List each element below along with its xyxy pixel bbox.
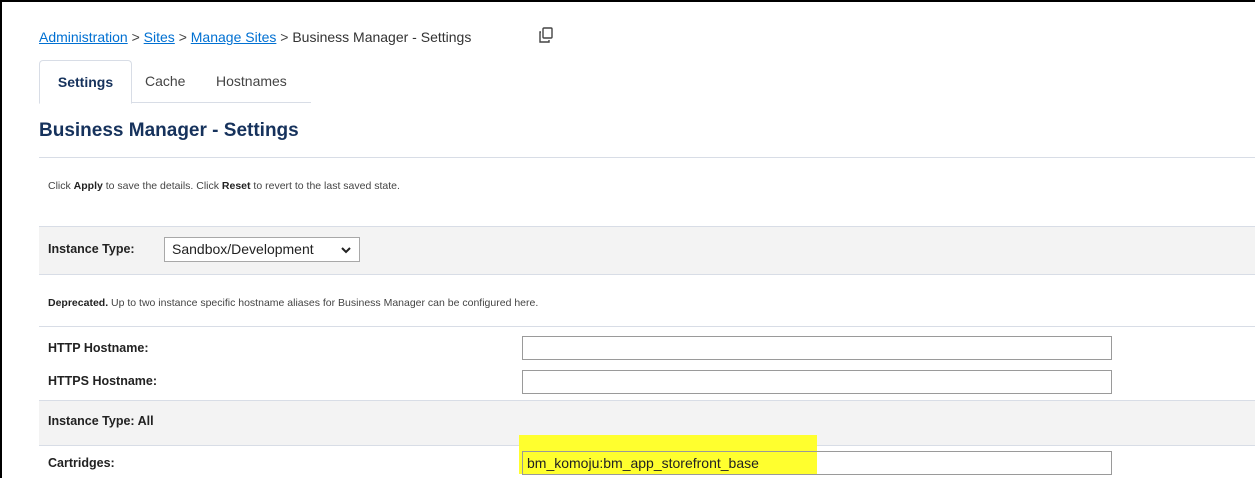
instructions-part: Click xyxy=(48,180,74,192)
tab-settings[interactable]: Settings xyxy=(39,60,132,104)
instance-type-select[interactable]: Sandbox/Development xyxy=(164,237,360,262)
cartridges-label: Cartridges: xyxy=(48,456,115,470)
instance-type-all-label: Instance Type: All xyxy=(48,414,154,428)
chevron-down-icon xyxy=(340,239,352,269)
instructions-text: Click Apply to save the details. Click R… xyxy=(48,180,400,192)
http-hostname-label: HTTP Hostname: xyxy=(48,341,149,355)
breadcrumb-separator: > xyxy=(131,29,140,45)
https-hostname-input[interactable] xyxy=(522,370,1112,394)
tab-hostnames[interactable]: Hostnames xyxy=(216,60,287,102)
breadcrumb: Administration > Sites > Manage Sites > … xyxy=(39,29,471,45)
deprecated-note: Deprecated. Up to two instance specific … xyxy=(48,297,538,309)
deprecated-text: Up to two instance specific hostname ali… xyxy=(108,297,539,309)
settings-page: Administration > Sites > Manage Sites > … xyxy=(0,0,1255,478)
instance-type-all-key: Instance Type: xyxy=(48,414,135,428)
copy-icon[interactable] xyxy=(537,26,555,44)
deprecated-keyword: Deprecated. xyxy=(48,297,109,309)
instance-type-label: Instance Type: xyxy=(48,242,135,256)
breadcrumb-sites[interactable]: Sites xyxy=(144,29,175,45)
breadcrumb-separator: > xyxy=(178,29,187,45)
window-border-left xyxy=(0,0,2,478)
cartridges-input[interactable] xyxy=(522,451,1112,475)
http-hostname-input[interactable] xyxy=(522,336,1112,360)
breadcrumb-separator: > xyxy=(280,29,289,45)
reset-keyword: Reset xyxy=(221,180,251,192)
breadcrumb-administration[interactable]: Administration xyxy=(39,29,128,45)
instance-type-all-value: All xyxy=(137,414,154,428)
apply-keyword: Apply xyxy=(73,180,103,192)
tab-bar: Settings Cache Hostnames xyxy=(39,60,311,104)
instance-type-value: Sandbox/Development xyxy=(172,241,314,257)
page-title: Business Manager - Settings xyxy=(39,120,299,141)
window-border-top xyxy=(0,0,1255,2)
divider xyxy=(39,326,1255,327)
instructions-part: to revert to the last saved state. xyxy=(250,180,400,192)
breadcrumb-current: Business Manager - Settings xyxy=(292,29,472,45)
instructions-part: to save the details. Click xyxy=(102,180,222,192)
tab-cache[interactable]: Cache xyxy=(145,60,185,102)
https-hostname-label: HTTPS Hostname: xyxy=(48,374,158,388)
divider xyxy=(39,157,1255,158)
breadcrumb-manage-sites[interactable]: Manage Sites xyxy=(191,29,277,45)
